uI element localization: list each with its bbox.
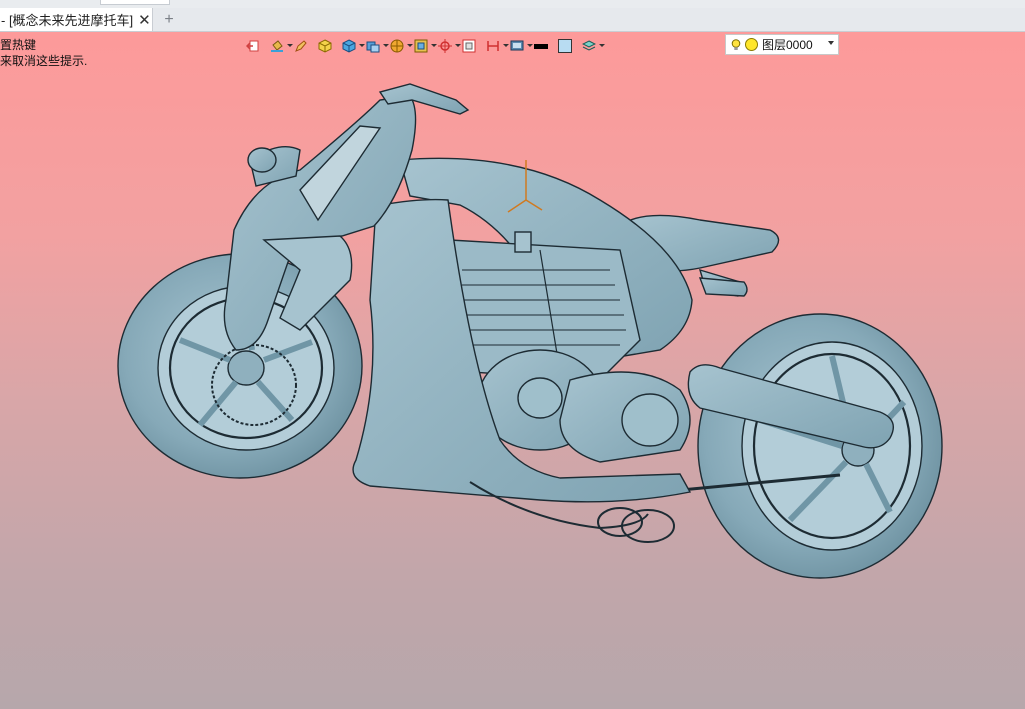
- window-top-strip: [0, 0, 1025, 8]
- close-icon[interactable]: ✕: [138, 11, 151, 29]
- rear-wheel: [697, 313, 943, 579]
- document-tab-title: - [概念未来先进摩托车]: [1, 13, 134, 28]
- new-tab-button[interactable]: +: [160, 8, 178, 31]
- motorcycle-model[interactable]: [0, 32, 1025, 709]
- document-tab-bar: - [概念未来先进摩托车] ✕ +: [0, 8, 1025, 32]
- primary-belt-cover: [477, 349, 691, 463]
- exhaust: [698, 277, 748, 297]
- 3d-viewport[interactable]: 置热键 来取消这些提示. 图层0000: [0, 32, 1025, 709]
- top-input-fragment[interactable]: [100, 0, 170, 5]
- document-tab[interactable]: - [概念未来先进摩托车] ✕: [0, 8, 153, 31]
